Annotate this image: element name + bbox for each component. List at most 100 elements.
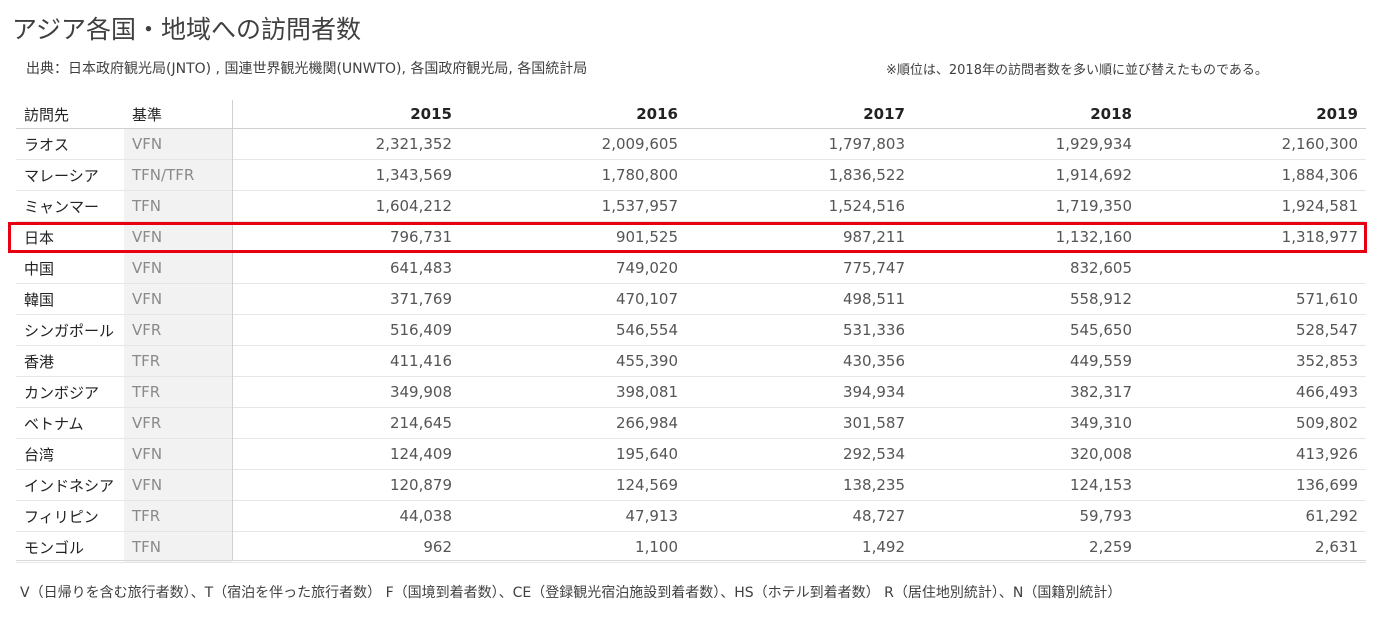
destination-cell: 台湾: [24, 445, 55, 464]
value-cell: 749,020: [615, 259, 678, 277]
table-row: 韓国 VFN 371,769 470,107 498,511 558,912 571,610: [16, 284, 1366, 315]
value-cell: 832,605: [1069, 259, 1132, 277]
value-cell: 1,929,934: [1055, 135, 1132, 153]
destination-cell: 中国: [24, 259, 55, 278]
value-cell: 398,081: [615, 383, 678, 401]
value-cell: 546,554: [615, 321, 678, 339]
value-cell: 1,524,516: [828, 197, 905, 215]
table-row: マレーシア TFN/TFR 1,343,569 1,780,800 1,836,522 1…: [16, 160, 1366, 191]
header-destination: 訪問先: [24, 105, 70, 124]
value-cell: 962: [423, 538, 452, 556]
basis-cell: TFR: [132, 507, 161, 525]
header-year: 2019: [1316, 105, 1358, 123]
value-cell: 1,780,800: [601, 166, 678, 184]
value-cell: 1,719,350: [1055, 197, 1132, 215]
value-cell: 641,483: [389, 259, 452, 277]
value-cell: 2,631: [1315, 538, 1358, 556]
header-basis: 基準: [132, 105, 163, 124]
value-cell: 124,153: [1069, 476, 1132, 494]
value-cell: 47,913: [625, 507, 679, 525]
destination-cell: ラオス: [24, 135, 70, 154]
value-cell: 2,321,352: [375, 135, 452, 153]
destination-cell: シンガポール: [24, 321, 115, 340]
value-cell: 138,235: [842, 476, 905, 494]
basis-cell: VFN: [132, 259, 163, 277]
value-cell: 545,650: [1069, 321, 1132, 339]
value-cell: 571,610: [1295, 290, 1358, 308]
table-header-row: 訪問先 基準 2015 2016 2017 2018 2019: [16, 100, 1366, 129]
table-row: ラオス VFN 2,321,352 2,009,605 1,797,803 1,929,9…: [16, 129, 1366, 160]
table-row: インドネシア VFN 120,879 124,569 138,235 124,153 136…: [16, 470, 1366, 501]
destination-cell: モンゴル: [24, 538, 85, 557]
destination-cell: マレーシア: [24, 166, 99, 185]
value-cell: 352,853: [1295, 352, 1358, 370]
value-cell: 195,640: [615, 445, 678, 463]
value-cell: 509,802: [1295, 414, 1358, 432]
value-cell: 455,390: [615, 352, 678, 370]
table-row: ミャンマー TFN 1,604,212 1,537,957 1,524,516 1,719…: [16, 191, 1366, 222]
value-cell: 1,537,957: [601, 197, 678, 215]
basis-cell: VFR: [132, 321, 162, 339]
ranking-note: ※順位は、2018年の訪問者数を多い順に並び替えたものである。: [886, 63, 1268, 78]
value-cell: 411,416: [389, 352, 452, 370]
table-row: カンボジア TFR 349,908 398,081 394,934 382,317 466,…: [16, 377, 1366, 408]
value-cell: 528,547: [1295, 321, 1358, 339]
basis-cell: VFN: [132, 135, 163, 153]
table-row: 中国 VFN 641,483 749,020 775,747 832,605: [16, 253, 1366, 284]
destination-cell: ミャンマー: [24, 197, 100, 216]
table-row: シンガポール VFR 516,409 546,554 531,336 545,650 528…: [16, 315, 1366, 346]
value-cell: 2,160,300: [1281, 135, 1358, 153]
destination-cell: ベトナム: [24, 414, 84, 433]
value-cell: 59,793: [1079, 507, 1133, 525]
value-cell: 1,100: [635, 538, 678, 556]
value-cell: 120,879: [389, 476, 452, 494]
value-cell: 292,534: [842, 445, 905, 463]
value-cell: 1,836,522: [828, 166, 905, 184]
value-cell: 516,409: [389, 321, 452, 339]
value-cell: 1,492: [862, 538, 905, 556]
destination-cell: インドネシア: [24, 476, 115, 495]
value-cell: 382,317: [1069, 383, 1132, 401]
header-year: 2018: [1090, 105, 1132, 123]
value-cell: 214,645: [389, 414, 452, 432]
value-cell: 124,569: [615, 476, 678, 494]
value-cell: 371,769: [389, 290, 452, 308]
header-year: 2015: [410, 105, 452, 123]
destination-cell: 香港: [24, 352, 55, 371]
basis-cell: TFR: [132, 352, 161, 370]
value-cell: 266,984: [615, 414, 678, 432]
value-cell: 124,409: [389, 445, 452, 463]
basis-cell: VFN: [132, 476, 163, 494]
destination-cell: カンボジア: [24, 383, 100, 402]
source-text: 出典：日本政府観光局(JNTO) , 国連世界観光機関(UNWTO), 各国政府…: [26, 61, 588, 77]
value-cell: 301,587: [842, 414, 905, 432]
basis-cell: TFR: [132, 383, 161, 401]
basis-cell: VFR: [132, 414, 162, 432]
table-row: フィリピン TFR 44,038 47,913 48,727 59,793 61,292: [16, 501, 1366, 532]
table-row: 台湾 VFN 124,409 195,640 292,534 320,008 413,926: [16, 439, 1366, 470]
value-cell: 531,336: [842, 321, 905, 339]
value-cell: 470,107: [615, 290, 678, 308]
destination-cell: 韓国: [24, 290, 55, 309]
value-cell: 44,038: [399, 507, 453, 525]
value-cell: 449,559: [1069, 352, 1132, 370]
basis-cell: TFN: [132, 197, 162, 215]
value-cell: 2,259: [1089, 538, 1132, 556]
value-cell: 394,934: [842, 383, 905, 401]
basis-cell: TFN/TFR: [132, 166, 195, 184]
value-cell: 136,699: [1295, 476, 1358, 494]
value-cell: 1,914,692: [1055, 166, 1132, 184]
table-bottom-border: [16, 560, 1366, 561]
basis-cell: VFN: [132, 290, 163, 308]
table-row: ベトナム VFR 214,645 266,984 301,587 349,310 509,8…: [16, 408, 1366, 439]
value-cell: 48,727: [852, 507, 906, 525]
value-cell: 349,908: [389, 383, 452, 401]
page-title: アジア各国・地域への訪問者数: [12, 15, 362, 44]
value-cell: 1,343,569: [375, 166, 452, 184]
value-cell: 320,008: [1069, 445, 1132, 463]
value-cell: 430,356: [842, 352, 905, 370]
value-cell: 498,511: [842, 290, 905, 308]
value-cell: 1,884,306: [1281, 166, 1358, 184]
value-cell: 413,926: [1295, 445, 1358, 463]
value-cell: 61,292: [1305, 507, 1359, 525]
